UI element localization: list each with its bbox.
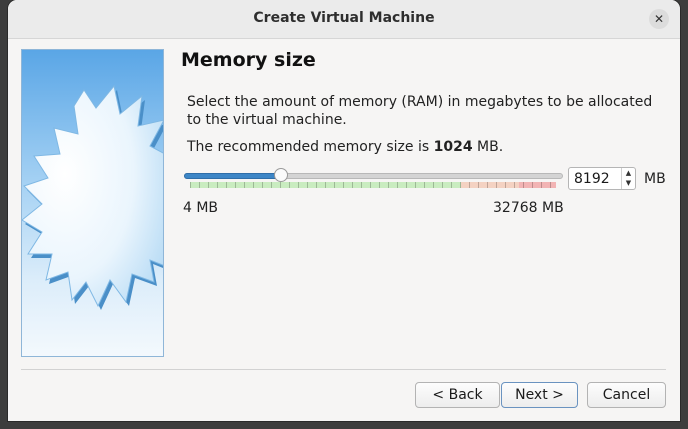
button-separator [21, 369, 666, 370]
spin-arrows: ▲ ▼ [621, 168, 635, 189]
memory-unit-label: MB [644, 171, 666, 187]
recommended-suffix: MB. [472, 139, 504, 155]
back-button[interactable]: < Back [415, 382, 500, 408]
memory-slider[interactable] [183, 165, 563, 195]
slider-handle[interactable] [274, 168, 289, 182]
slider-max-label: 32768 MB [493, 200, 564, 216]
memory-description: Select the amount of memory (RAM) in meg… [187, 94, 653, 128]
next-button[interactable]: Next > [501, 382, 578, 408]
wizard-watermark-image [21, 49, 164, 357]
title-bar: Create Virtual Machine ✕ [8, 0, 680, 39]
close-button[interactable]: ✕ [649, 9, 669, 29]
slider-fill [184, 173, 284, 179]
spin-down-icon[interactable]: ▼ [622, 178, 635, 188]
recommended-prefix: The recommended memory size is [187, 139, 434, 155]
slider-min-label: 4 MB [183, 200, 219, 216]
create-vm-dialog: Create Virtual Machine ✕ Memory size Sel… [8, 0, 680, 421]
recommended-value: 1024 [433, 139, 473, 155]
cancel-button[interactable]: Cancel [587, 382, 666, 408]
page-title: Memory size [181, 49, 316, 71]
slider-ticks [190, 182, 556, 188]
memory-spinbox[interactable]: 8192 ▲ ▼ [568, 167, 636, 190]
close-icon: ✕ [653, 12, 665, 26]
spin-up-icon[interactable]: ▲ [622, 168, 635, 178]
memory-value-input[interactable]: 8192 [574, 171, 610, 187]
recommended-memory-text: The recommended memory size is 1024 MB. [187, 139, 503, 155]
window-title: Create Virtual Machine [253, 10, 435, 26]
